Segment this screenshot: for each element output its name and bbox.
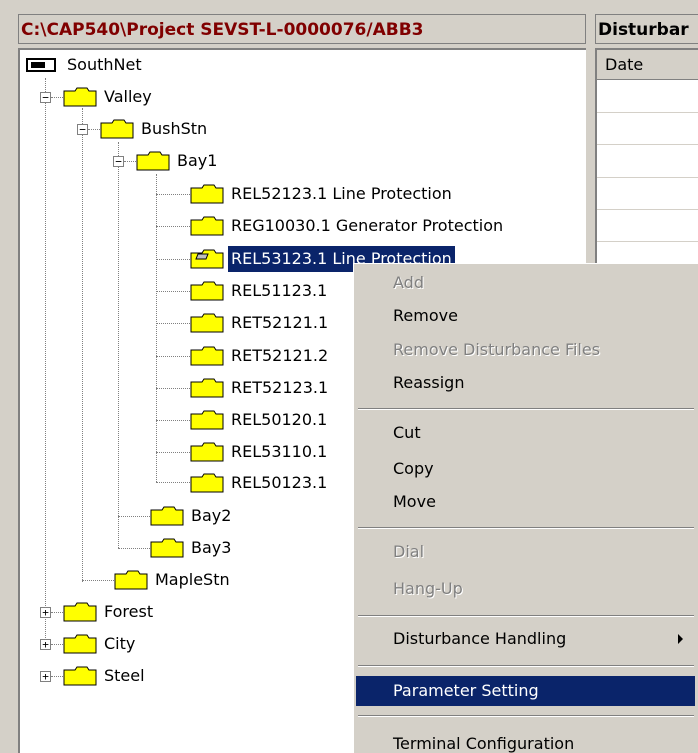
menu-item-copy[interactable]: Copy: [356, 454, 695, 484]
tree-item-terminal[interactable]: REL53110.1: [190, 439, 330, 465]
tree-item-terminal[interactable]: RET52121.1: [190, 310, 331, 336]
tree-item-steel[interactable]: Steel: [63, 663, 148, 689]
tree-root-southnet[interactable]: SouthNet: [26, 52, 145, 78]
folder-icon: [190, 442, 224, 462]
tree-item-terminal[interactable]: REG10030.1 Generator Protection: [190, 213, 506, 239]
menu-item-move[interactable]: Move: [356, 487, 695, 517]
folder-icon: [190, 378, 224, 398]
menu-item-disturbance-handling[interactable]: Disturbance Handling: [356, 624, 695, 654]
menu-item-terminal-configuration[interactable]: Terminal Configuration: [356, 729, 695, 753]
folder-icon: [190, 184, 224, 204]
folder-icon: [136, 151, 170, 171]
folder-icon: [190, 346, 224, 366]
submenu-arrow-icon: [678, 634, 683, 644]
menu-item-dial: Dial: [393, 542, 425, 561]
folder-icon: [63, 602, 97, 622]
menu-separator: [358, 527, 694, 529]
expand-forest-icon[interactable]: +: [40, 607, 51, 618]
menu-separator: [358, 615, 694, 617]
menu-separator: [358, 408, 694, 410]
tree-item-terminal[interactable]: REL52123.1 Line Protection: [190, 181, 455, 207]
open-folder-icon: [190, 249, 224, 269]
expand-steel-icon[interactable]: +: [40, 671, 51, 682]
folder-icon: [63, 666, 97, 686]
folder-icon: [150, 506, 184, 526]
tree-item-terminal[interactable]: RET52123.1: [190, 375, 331, 401]
folder-icon: [63, 87, 97, 107]
menu-item-remove[interactable]: Remove: [356, 301, 695, 331]
expand-city-icon[interactable]: +: [40, 639, 51, 650]
tree-item-bushstn[interactable]: BushStn: [100, 116, 210, 142]
menu-item-add: Add: [393, 273, 424, 292]
tree-item-bay3[interactable]: Bay3: [150, 535, 234, 561]
collapse-bay1-icon[interactable]: −: [113, 156, 124, 167]
folder-icon: [190, 313, 224, 333]
folder-icon: [100, 119, 134, 139]
collapse-bushstn-icon[interactable]: −: [77, 124, 88, 135]
project-path-title: C:\CAP540\Project SEVST-L-0000076/ABB3: [18, 14, 586, 44]
folder-icon: [190, 473, 224, 493]
folder-icon: [114, 570, 148, 590]
tree-item-maplestn[interactable]: MapleStn: [114, 567, 233, 593]
tree-item-terminal[interactable]: REL51123.1: [190, 278, 330, 304]
folder-icon: [190, 281, 224, 301]
menu-item-parameter-setting[interactable]: Parameter Setting: [356, 676, 695, 706]
disturbance-pane-title: Disturbar: [595, 14, 698, 44]
folder-icon: [190, 410, 224, 430]
folder-icon: [150, 538, 184, 558]
menu-item-reassign[interactable]: Reassign: [356, 368, 695, 398]
tree-item-terminal[interactable]: RET52121.2: [190, 343, 331, 369]
network-icon: [26, 58, 56, 72]
tree-item-terminal[interactable]: REL50123.1: [190, 470, 330, 496]
menu-separator: [358, 715, 694, 717]
tree-item-bay1[interactable]: Bay1: [136, 148, 220, 174]
folder-icon: [63, 634, 97, 654]
tree-item-forest[interactable]: Forest: [63, 599, 156, 625]
tree-item-bay2[interactable]: Bay2: [150, 503, 234, 529]
folder-icon: [190, 216, 224, 236]
collapse-valley-icon[interactable]: −: [40, 92, 51, 103]
column-header-date[interactable]: Date: [597, 50, 698, 80]
tree-item-city[interactable]: City: [63, 631, 138, 657]
context-menu: Add Remove Remove Disturbance Files Reas…: [353, 263, 698, 753]
tree-item-terminal[interactable]: REL50120.1: [190, 407, 330, 433]
menu-item-cut[interactable]: Cut: [356, 418, 695, 448]
tree-item-valley[interactable]: Valley: [63, 84, 155, 110]
menu-item-hang-up: Hang-Up: [393, 579, 463, 598]
menu-item-remove-disturbance-files: Remove Disturbance Files: [393, 340, 601, 359]
menu-separator: [358, 665, 694, 667]
